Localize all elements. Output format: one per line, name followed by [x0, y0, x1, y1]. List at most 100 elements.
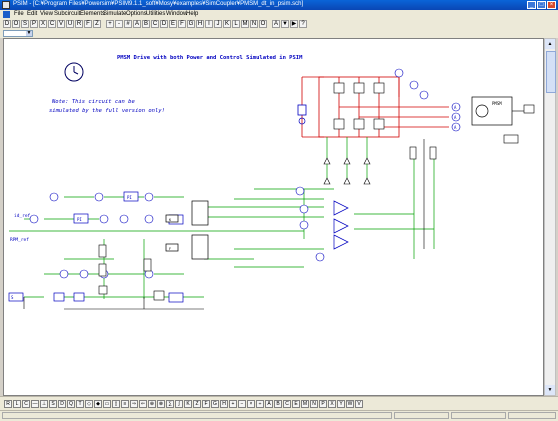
element-button[interactable]: —: [31, 400, 39, 408]
toolbar-button[interactable]: O: [259, 20, 267, 28]
toolbar-button[interactable]: C: [48, 20, 56, 28]
toolbar-button[interactable]: L: [232, 20, 240, 28]
element-button[interactable]: X: [328, 400, 336, 408]
toolbar-button[interactable]: J: [214, 20, 222, 28]
menu-simulate[interactable]: Simulate: [103, 11, 126, 17]
element-dropdown[interactable]: ▼: [3, 30, 33, 37]
title-bar[interactable]: PSIM - [C:¥Program Files¥Powersim¥PSIM9.…: [0, 0, 558, 10]
toolbar-button[interactable]: D: [3, 20, 11, 28]
element-button[interactable]: ⇐: [139, 400, 147, 408]
element-button[interactable]: ⊕: [148, 400, 156, 408]
vertical-scrollbar[interactable]: ▲ ▼: [544, 38, 556, 396]
pmsm-label: PMSM: [492, 101, 502, 106]
menu-utilities[interactable]: Utilities: [146, 11, 165, 17]
element-button[interactable]: ◆: [94, 400, 102, 408]
element-button[interactable]: Z: [193, 400, 201, 408]
pmsm-motor: PMSM: [471, 96, 513, 126]
element-button[interactable]: ×: [247, 400, 255, 408]
toolbar-button[interactable]: ?: [299, 20, 307, 28]
toolbar-button[interactable]: O: [12, 20, 20, 28]
element-button[interactable]: A: [265, 400, 273, 408]
element-button[interactable]: W: [346, 400, 354, 408]
element-button[interactable]: −: [238, 400, 246, 408]
toolbar-button[interactable]: R: [75, 20, 83, 28]
toolbar-button[interactable]: X: [39, 20, 47, 28]
element-button[interactable]: ÷: [256, 400, 264, 408]
menu-subcircuit[interactable]: Subcircuit: [54, 11, 80, 17]
element-button[interactable]: R: [4, 400, 12, 408]
element-button[interactable]: T: [76, 400, 84, 408]
element-button[interactable]: +: [229, 400, 237, 408]
element-button[interactable]: ∫: [175, 400, 183, 408]
toolbar-button[interactable]: I: [205, 20, 213, 28]
element-button[interactable]: V: [355, 400, 363, 408]
element-button[interactable]: H: [220, 400, 228, 408]
toolbar-button[interactable]: Z: [93, 20, 101, 28]
schematic-canvas[interactable]: PMSM Drive with both Power and Control S…: [3, 38, 544, 396]
element-button[interactable]: E: [292, 400, 300, 408]
toolbar-button[interactable]: G: [187, 20, 195, 28]
document-icon[interactable]: [3, 11, 10, 18]
element-button[interactable]: D: [58, 400, 66, 408]
toolbar-button[interactable]: -: [115, 20, 123, 28]
maximize-button[interactable]: □: [537, 1, 546, 9]
menu-elements[interactable]: Elements: [80, 11, 105, 17]
menu-edit[interactable]: Edit: [27, 11, 37, 17]
minimize-button[interactable]: _: [527, 1, 536, 9]
element-button[interactable]: ≡: [121, 400, 129, 408]
toolbar-button[interactable]: P: [30, 20, 38, 28]
toolbar-button[interactable]: ▶: [290, 20, 298, 28]
chevron-down-icon[interactable]: ▼: [26, 31, 32, 36]
toolbar-button[interactable]: E: [169, 20, 177, 28]
toolbar-button[interactable]: S: [21, 20, 29, 28]
element-button[interactable]: C: [22, 400, 30, 408]
element-button[interactable]: L: [13, 400, 21, 408]
toolbar-button[interactable]: V: [57, 20, 65, 28]
scroll-up-arrow[interactable]: ▲: [545, 39, 555, 49]
toolbar-button[interactable]: F: [178, 20, 186, 28]
close-button[interactable]: ×: [547, 1, 556, 9]
element-button[interactable]: F: [202, 400, 210, 408]
element-button[interactable]: ∑: [166, 400, 174, 408]
toolbar-button[interactable]: N: [250, 20, 258, 28]
toolbar-button[interactable]: K: [223, 20, 231, 28]
element-button[interactable]: M: [301, 400, 309, 408]
element-button[interactable]: Y: [337, 400, 345, 408]
element-button[interactable]: ◇: [85, 400, 93, 408]
element-button[interactable]: G: [211, 400, 219, 408]
menu-view[interactable]: View: [40, 11, 53, 17]
status-bar: [0, 410, 558, 421]
element-button[interactable]: ▭: [103, 400, 111, 408]
toolbar-button[interactable]: D: [160, 20, 168, 28]
toolbar-button[interactable]: M: [241, 20, 249, 28]
menu-options[interactable]: Options: [126, 11, 147, 17]
element-button[interactable]: Q: [67, 400, 75, 408]
element-button[interactable]: C: [283, 400, 291, 408]
scroll-thumb[interactable]: [546, 51, 556, 93]
toolbar-button[interactable]: A: [272, 20, 280, 28]
toolbar-button[interactable]: A: [133, 20, 141, 28]
toolbar-button[interactable]: H: [196, 20, 204, 28]
element-button[interactable]: P: [319, 400, 327, 408]
menu-help[interactable]: Help: [186, 11, 198, 17]
transform-blocks: [165, 200, 209, 260]
scroll-down-arrow[interactable]: ▼: [545, 385, 555, 395]
element-button[interactable]: ▯: [112, 400, 120, 408]
element-button[interactable]: B: [274, 400, 282, 408]
toolbar-button[interactable]: C: [151, 20, 159, 28]
menu-window[interactable]: Window: [166, 11, 187, 17]
toolbar-button[interactable]: ▼: [281, 20, 289, 28]
schematic-drawing[interactable]: PMSM Drive with both Power and Control S…: [4, 39, 543, 395]
toolbar-button[interactable]: +: [106, 20, 114, 28]
toolbar-button[interactable]: #: [124, 20, 132, 28]
menu-file[interactable]: File: [14, 11, 24, 17]
element-button[interactable]: ⊗: [157, 400, 165, 408]
element-button[interactable]: ⊥: [40, 400, 48, 408]
element-button[interactable]: N: [310, 400, 318, 408]
toolbar-button[interactable]: F: [84, 20, 92, 28]
element-button[interactable]: S: [49, 400, 57, 408]
element-button[interactable]: K: [184, 400, 192, 408]
toolbar-button[interactable]: U: [66, 20, 74, 28]
element-button[interactable]: ⇒: [130, 400, 138, 408]
toolbar-button[interactable]: B: [142, 20, 150, 28]
